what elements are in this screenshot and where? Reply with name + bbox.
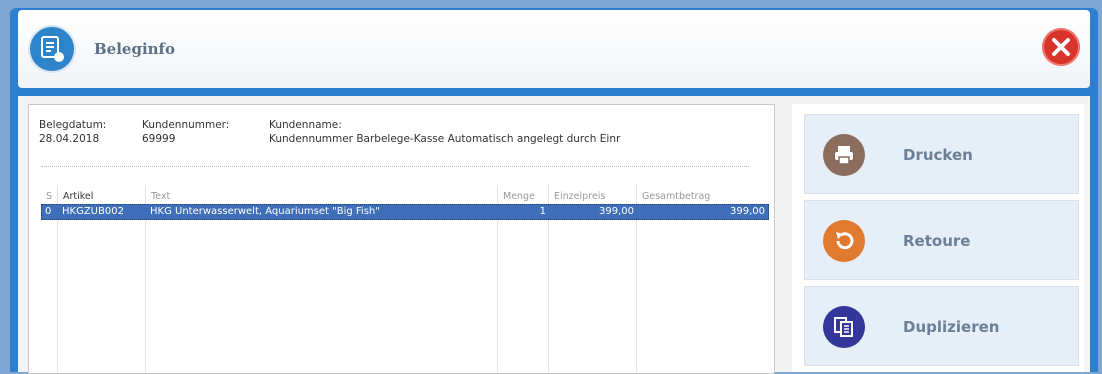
duplicate-label: Duplizieren <box>903 318 1000 336</box>
column-header-text[interactable]: Text <box>151 191 170 202</box>
return-button[interactable]: Retoure <box>804 200 1079 280</box>
divider <box>41 166 749 167</box>
kundenname-value: Kundennummer Barbelege-Kasse Automatisch… <box>269 133 621 145</box>
cell-gesamtbetrag: 399,00 <box>730 206 765 217</box>
kundennummer-value: 69999 <box>142 133 176 145</box>
kundennummer-label: Kundennummer: <box>142 119 230 131</box>
close-button[interactable] <box>1042 28 1080 66</box>
dialog-content: Belegdatum: 28.04.2018 Kundennummer: 699… <box>18 96 1090 374</box>
cell-artikel: HKGZUB002 <box>62 206 124 217</box>
receipt-icon <box>30 27 74 71</box>
cell-menge: 1 <box>539 206 546 217</box>
cell-text: HKG Unterwasserwelt, Aquariumset "Big Fi… <box>150 206 380 217</box>
close-icon <box>1052 38 1070 56</box>
window-title: Beleginfo <box>94 40 176 58</box>
beleginfo-window: Beleginfo Belegdatum: 28.04.2018 Kundenn… <box>10 8 1098 374</box>
items-table[interactable]: S Artikel Text Menge Einzelpreis Gesamtb… <box>41 185 769 373</box>
receipt-info-panel: Belegdatum: 28.04.2018 Kundennummer: 699… <box>28 104 775 374</box>
duplicate-button[interactable]: Duplizieren <box>804 286 1079 366</box>
copy-document-icon <box>823 306 865 348</box>
column-header-artikel[interactable]: Artikel <box>63 191 93 202</box>
belegdatum-label: Belegdatum: <box>39 119 107 131</box>
table-row[interactable]: 0 HKGZUB002 HKG Unterwasserwelt, Aquariu… <box>41 204 769 220</box>
undo-icon <box>823 220 865 262</box>
print-label: Drucken <box>903 146 973 164</box>
return-label: Retoure <box>903 232 971 250</box>
print-button[interactable]: Drucken <box>804 114 1079 194</box>
belegdatum-value: 28.04.2018 <box>39 133 100 145</box>
title-bar: Beleginfo <box>18 10 1090 88</box>
column-header-s[interactable]: S <box>46 191 52 202</box>
printer-icon <box>823 134 865 176</box>
column-header-einzelpreis[interactable]: Einzelpreis <box>554 191 605 202</box>
column-header-gesamtbetrag[interactable]: Gesamtbetrag <box>642 191 710 202</box>
cell-einzelpreis: 399,00 <box>599 206 634 217</box>
action-panel: Drucken Retoure Duplizieren <box>792 104 1084 372</box>
kundenname-label: Kundenname: <box>269 119 342 131</box>
column-header-menge[interactable]: Menge <box>503 191 535 202</box>
cell-s: 0 <box>45 206 52 217</box>
